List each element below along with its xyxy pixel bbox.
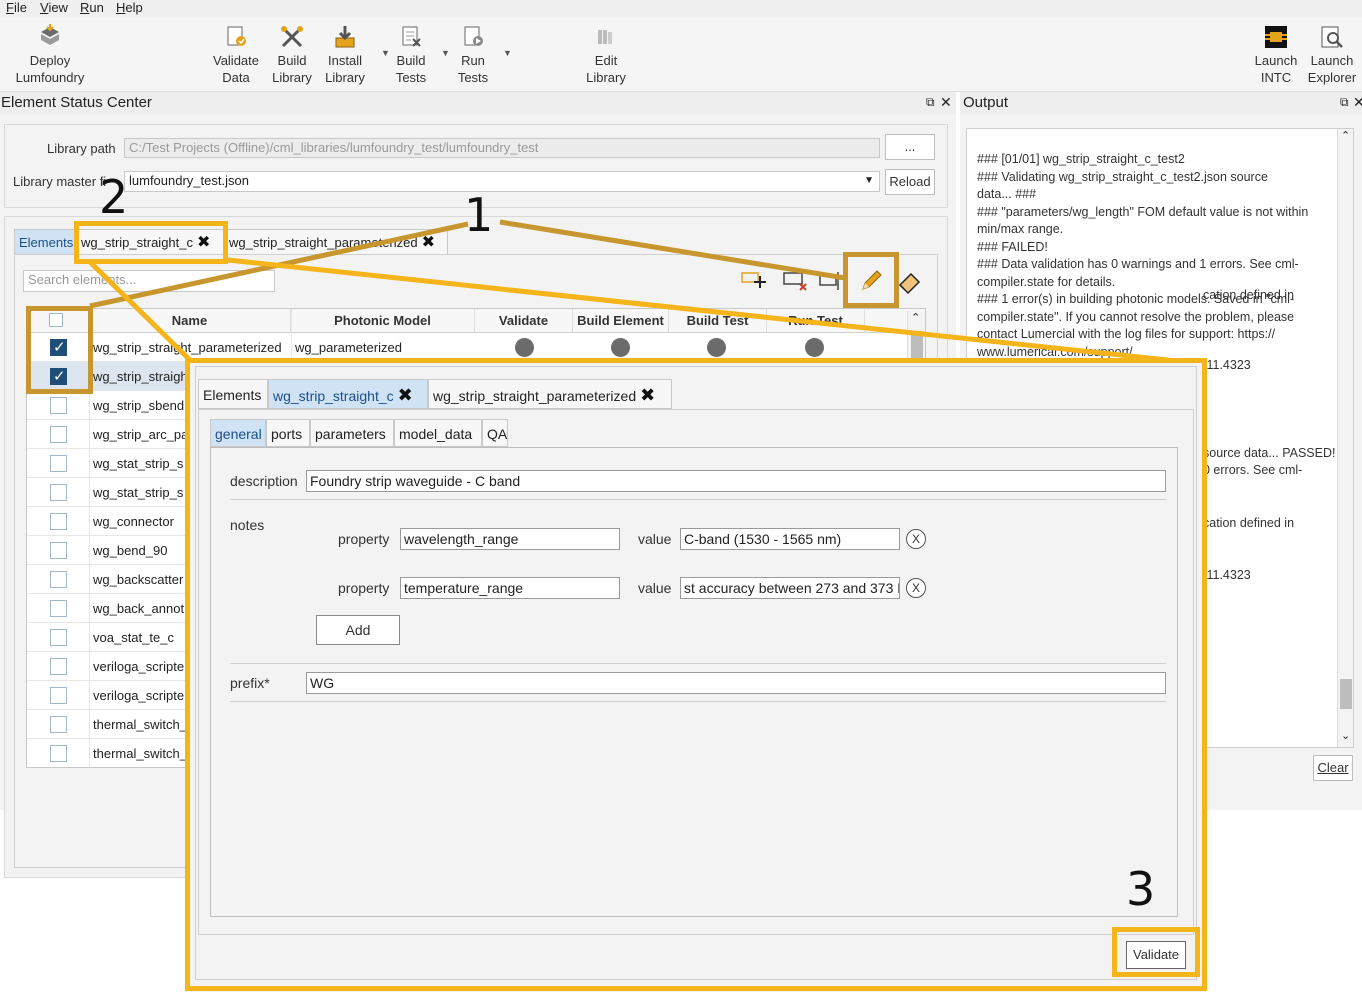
callout-line bbox=[499, 219, 846, 281]
callout-number-2: 2 bbox=[99, 170, 129, 224]
callout-number-1: 1 bbox=[464, 188, 494, 242]
callout-line bbox=[227, 257, 1206, 367]
callout-box-validate bbox=[1112, 927, 1200, 977]
callout-number-3: 3 bbox=[1126, 862, 1156, 916]
callout-line bbox=[88, 260, 194, 364]
callout-box-zoom bbox=[185, 358, 1207, 991]
